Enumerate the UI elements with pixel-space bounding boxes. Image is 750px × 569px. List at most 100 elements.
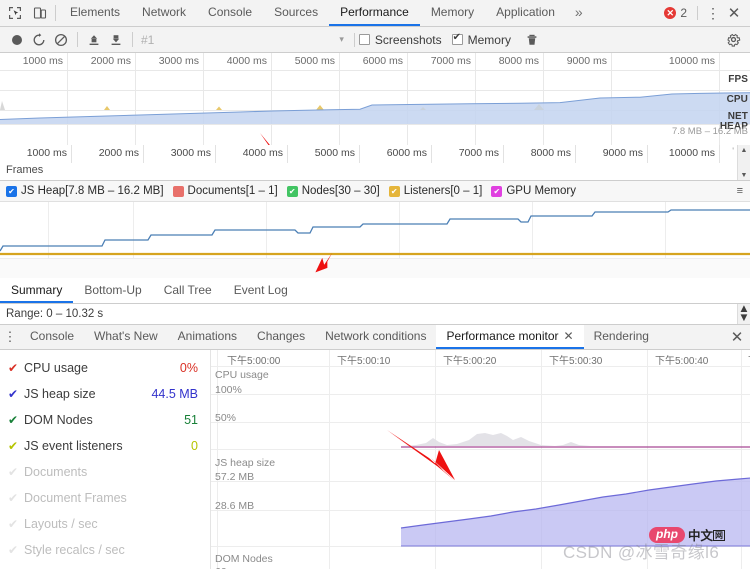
legend-item-nodes[interactable]: ✔ Nodes[30 – 30] — [286, 185, 380, 197]
legend-checkbox[interactable]: ✔ — [6, 185, 17, 197]
check-icon: ✔ — [8, 387, 19, 401]
scroll-up-icon[interactable]: ▲ — [741, 146, 748, 155]
summary-scrollbar[interactable]: ▲ ▼ — [737, 304, 750, 324]
profile-name[interactable]: #1 — [138, 33, 154, 47]
drawer-tab-label: Console — [30, 329, 75, 343]
more-tabs-icon[interactable]: » — [566, 0, 592, 26]
legend-menu-icon[interactable]: ≡ — [730, 185, 750, 197]
close-devtools-icon[interactable]: ✕ — [724, 4, 744, 22]
heap-range-label: 7.8 MB – 16.2 MB — [671, 126, 748, 137]
timeline-ruler[interactable]: 1000 ms 2000 ms 3000 ms 4000 ms 5000 ms … — [0, 145, 750, 181]
collect-garbage-icon[interactable] — [521, 30, 543, 50]
legend-checkbox[interactable] — [172, 185, 184, 197]
ruler-tick: 9000 ms — [576, 145, 648, 163]
tab-sources[interactable]: Sources — [263, 0, 329, 26]
gear-icon[interactable] — [722, 32, 744, 47]
load-profile-button[interactable] — [83, 30, 105, 50]
detail-tab-call-tree[interactable]: Call Tree — [153, 278, 223, 303]
memory-counters-chart[interactable] — [0, 202, 750, 278]
legend-item-documents[interactable]: Documents[1 – 1] — [172, 185, 278, 197]
metric-value: 0% — [179, 361, 198, 375]
drawer-tab-console[interactable]: Console — [20, 325, 84, 349]
metric-row-js-event-listeners[interactable]: ✔ JS event listeners 0 — [0, 433, 210, 459]
timeline-scrollbar[interactable]: ▲ ▼ — [737, 145, 750, 180]
close-drawer-icon[interactable]: ✕ — [724, 325, 750, 349]
drawer-tab-rendering[interactable]: Rendering — [584, 325, 659, 349]
tab-label: Performance — [340, 5, 409, 19]
toolbar-divider — [697, 6, 698, 20]
toolbar-divider — [353, 32, 355, 47]
metric-row-js-heap-size[interactable]: ✔ JS heap size 44.5 MB — [0, 381, 210, 407]
error-badge[interactable]: ✕ 2 — [660, 6, 691, 20]
close-tab-icon[interactable]: ✕ — [564, 329, 574, 343]
record-button[interactable] — [6, 30, 28, 50]
metric-row-layouts-per-sec[interactable]: ✔ Layouts / sec — [0, 511, 210, 537]
drawer-menu-icon[interactable]: ⋮ — [0, 325, 20, 349]
tab-application[interactable]: Application — [485, 0, 566, 26]
legend-item-js-heap[interactable]: ✔ JS Heap[7.8 MB – 16.2 MB] — [6, 185, 164, 197]
device-toolbar-icon[interactable] — [31, 5, 48, 22]
save-profile-button[interactable] — [105, 30, 127, 50]
ruler-tick: 1000 ms — [0, 145, 72, 163]
timeline-overview[interactable]: 1000 ms 2000 ms 3000 ms 4000 ms 5000 ms … — [0, 53, 750, 145]
reload-and-record-button[interactable] — [28, 30, 50, 50]
ruler-tick: 10000 ms — [648, 145, 720, 163]
performance-record-toolbar: #1 ▾ Screenshots Memory — [0, 27, 750, 53]
drawer-tab-animations[interactable]: Animations — [168, 325, 247, 349]
ruler-tick-label: 4000 ms — [242, 147, 283, 159]
performance-detail-tabs: Summary Bottom-Up Call Tree Event Log — [0, 278, 750, 304]
tab-label: Application — [496, 5, 555, 19]
watermark-php-logo: php 中文网 — [649, 525, 726, 544]
screenshots-label: Screenshots — [374, 32, 442, 47]
metric-value: 0 — [191, 439, 198, 453]
drawer-tab-network-conditions[interactable]: Network conditions — [315, 325, 436, 349]
chevron-down-icon[interactable]: ▾ — [333, 34, 350, 45]
performance-monitor-panel: ✔ CPU usage 0% ✔ JS heap size 44.5 MB ✔ … — [0, 350, 750, 569]
clear-button[interactable] — [50, 30, 72, 50]
detail-tab-event-log[interactable]: Event Log — [223, 278, 299, 303]
tab-console[interactable]: Console — [197, 0, 263, 26]
drawer-tab-label: What's New — [94, 329, 158, 343]
legend-checkbox[interactable]: ✔ — [388, 185, 400, 197]
tab-memory[interactable]: Memory — [420, 0, 485, 26]
drawer-tab-performance-monitor[interactable]: Performance monitor ✕ — [436, 325, 584, 349]
panel-tabs: Elements Network Console Sources Perform… — [59, 0, 660, 26]
ruler-minor-tick: ' — [732, 146, 734, 156]
screenshots-checkbox[interactable]: Screenshots — [358, 32, 442, 47]
legend-checkbox[interactable]: ✔ — [491, 185, 503, 197]
scroll-down-icon[interactable]: ▼ — [741, 171, 748, 180]
drawer-tab-spacer — [659, 325, 724, 349]
drawer-tab-label: Network conditions — [325, 329, 427, 343]
metric-row-cpu-usage[interactable]: ✔ CPU usage 0% — [0, 355, 210, 381]
legend-item-gpu-memory[interactable]: ✔ GPU Memory — [491, 185, 576, 197]
main-menu-icon[interactable]: ⋮ — [704, 6, 722, 20]
ruler-tick-label: 8000 ms — [530, 147, 571, 159]
legend-checkbox[interactable]: ✔ — [286, 185, 298, 197]
metric-value: 51 — [184, 413, 198, 427]
close-devtools-label: ✕ — [727, 5, 741, 22]
detail-tab-bottom-up[interactable]: Bottom-Up — [73, 278, 152, 303]
ruler-tick: 8000 ms — [504, 145, 576, 163]
memory-checkbox[interactable]: Memory — [451, 32, 511, 47]
metric-row-document-frames[interactable]: ✔ Document Frames — [0, 485, 210, 511]
metric-row-documents[interactable]: ✔ Documents — [0, 459, 210, 485]
tab-performance[interactable]: Performance — [329, 0, 420, 26]
metric-row-dom-nodes[interactable]: ✔ DOM Nodes 51 — [0, 407, 210, 433]
inspect-element-icon[interactable] — [6, 5, 23, 22]
check-icon: ✔ — [8, 439, 19, 453]
tab-label: Console — [208, 5, 253, 19]
drawer-tab-whats-new[interactable]: What's New — [84, 325, 168, 349]
check-icon: ✔ — [8, 491, 19, 505]
tab-elements[interactable]: Elements — [59, 0, 131, 26]
drawer-tab-changes[interactable]: Changes — [247, 325, 315, 349]
metric-row-style-recalcs-per-sec[interactable]: ✔ Style recalcs / sec — [0, 537, 210, 563]
memory-series-graphs — [0, 209, 750, 256]
detail-tab-label: Call Tree — [163, 282, 212, 297]
overview-rail-cpu: CPU — [726, 94, 748, 105]
php-cn-label: 中文网 — [688, 529, 726, 543]
detail-tab-summary[interactable]: Summary — [0, 278, 74, 303]
legend-item-listeners[interactable]: ✔ Listeners[0 – 1] — [388, 185, 482, 197]
ruler-tick: 4000 ms — [216, 145, 288, 163]
scroll-down-icon[interactable]: ▼ — [738, 312, 749, 324]
tab-network[interactable]: Network — [131, 0, 197, 26]
